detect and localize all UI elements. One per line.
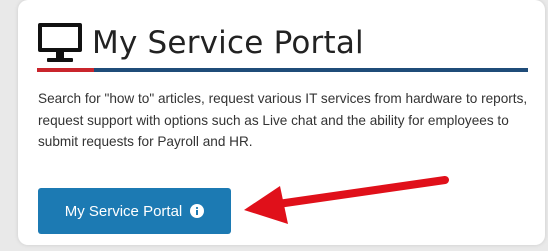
title-underline — [37, 68, 528, 72]
card-description: Search for "how to" articles, request va… — [38, 91, 528, 149]
card-title: My Service Portal — [92, 25, 364, 61]
underline-red-segment — [37, 68, 94, 72]
my-service-portal-button[interactable]: My Service Portal — [38, 188, 231, 234]
info-circle-icon — [190, 204, 205, 218]
button-label: My Service Portal — [64, 202, 183, 220]
underline-blue-segment — [94, 68, 528, 72]
monitor-icon — [38, 23, 82, 62]
red-arrow-annotation — [244, 176, 449, 224]
card-header: My Service Portal — [37, 18, 364, 68]
